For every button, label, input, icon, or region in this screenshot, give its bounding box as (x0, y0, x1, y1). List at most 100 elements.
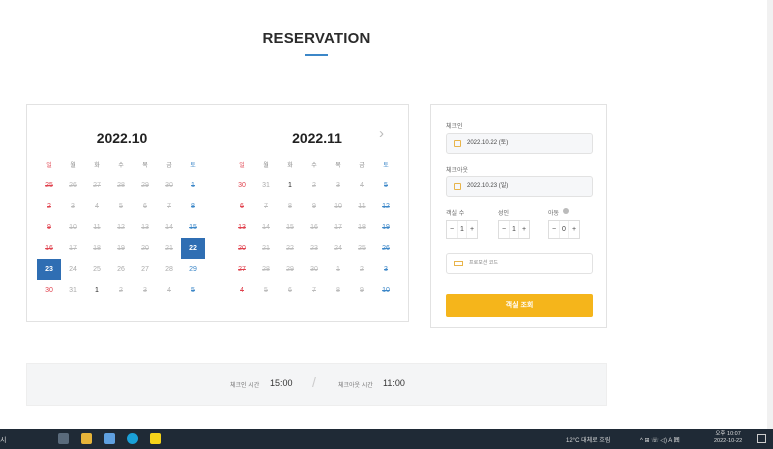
calendar-day: 18 (358, 224, 366, 231)
calendar-week: 23 24 25 26 27 28 29 (37, 259, 207, 280)
calendar-day: 13 (238, 224, 246, 231)
app-icon[interactable] (104, 433, 115, 444)
calendar-day: 8 (336, 287, 340, 294)
calendar-day[interactable]: 25 (85, 259, 109, 280)
rooms-minus-button[interactable]: − (447, 221, 457, 238)
children-stepper: − 0 + (548, 220, 580, 239)
clock-date: 2022-10-22 (714, 438, 743, 444)
booking-panel: 체크인 2022.10.22 (토) 체크아웃 2022.10.23 (일) 객… (430, 104, 607, 328)
notification-icon[interactable] (757, 434, 766, 443)
taskbar-search-hint[interactable]: 시 (0, 435, 6, 445)
calendar-day: 21 (262, 245, 270, 252)
calendar-day[interactable]: 24 (61, 259, 85, 280)
calendar-day[interactable]: 31 (254, 175, 278, 196)
calendar-day: 18 (93, 245, 101, 252)
weekday-label: 수 (311, 163, 317, 169)
info-icon[interactable] (563, 208, 569, 214)
adults-minus-button[interactable]: − (499, 221, 509, 238)
calendar-day[interactable]: 31 (61, 280, 85, 301)
adults-plus-button[interactable]: + (519, 221, 529, 238)
calendar-day: 28 (117, 182, 125, 189)
weekday-header: 일월화수목금토 (37, 157, 207, 175)
children-minus-button[interactable]: − (549, 221, 559, 238)
next-month-chevron-icon[interactable]: › (379, 125, 384, 142)
calendar-day[interactable]: 30 (230, 175, 254, 196)
calendar-day: 10 (382, 287, 390, 294)
calendar-day: 23 (310, 245, 318, 252)
page-scrollbar[interactable] (767, 0, 773, 430)
checkin-label: 체크인 (446, 124, 463, 130)
calendar-day: 6 (288, 287, 292, 294)
calendar-day: 19 (117, 245, 125, 252)
weather-status[interactable]: 12°C 대체로 흐림 (566, 435, 610, 444)
ticket-icon (454, 261, 463, 266)
weekday-label: 금 (166, 163, 172, 169)
calendar-day: 4 (360, 182, 364, 189)
weekday-label: 화 (287, 163, 293, 169)
calendar-day: 17 (69, 245, 77, 252)
calendar-day: 10 (334, 203, 342, 210)
children-label: 아동 (548, 211, 560, 217)
calendar-day: 7 (167, 203, 171, 210)
title-underline (305, 54, 328, 56)
calendar-day[interactable]: 22 (181, 238, 205, 259)
time-info-bar: 체크인 시간 15:00 / 체크아웃 시간 11:00 (26, 363, 607, 406)
children-plus-button[interactable]: + (569, 221, 579, 238)
promo-code-input[interactable]: 프로모션 코드 (446, 253, 593, 274)
calendar-day: 29 (286, 266, 294, 273)
calendar-icon (454, 140, 461, 147)
calendar-day[interactable]: 29 (181, 259, 205, 280)
kakaotalk-icon[interactable] (150, 433, 161, 444)
calendar-day: 5 (119, 203, 123, 210)
weekday-header: 일월화수목금토 (230, 157, 400, 175)
checkin-time: 15:00 (270, 378, 293, 388)
system-tray[interactable]: ^ ⊞ ☏ ◁) A 囲 (640, 435, 680, 444)
calendar-day[interactable]: 27 (133, 259, 157, 280)
calendar-day: 29 (141, 182, 149, 189)
calendar-day: 3 (336, 182, 340, 189)
calendar-week: 13 14 15 16 17 18 19 (230, 217, 400, 238)
calendar-day[interactable]: 1 (85, 280, 109, 301)
calendar-day: 2 (47, 203, 51, 210)
calendar-day: 6 (143, 203, 147, 210)
file-explorer-icon[interactable] (81, 433, 92, 444)
calendar-day[interactable]: 28 (157, 259, 181, 280)
calendar-day: 4 (95, 203, 99, 210)
calendar-day: 6 (240, 203, 244, 210)
calendar-day: 28 (262, 266, 270, 273)
children-value: 0 (559, 221, 569, 238)
checkin-field[interactable]: 2022.10.22 (토) (446, 133, 593, 154)
calendar-day[interactable]: 23 (37, 259, 61, 280)
calendar-day: 7 (264, 203, 268, 210)
weekday-label: 토 (190, 163, 196, 169)
calendar-day[interactable]: 1 (278, 175, 302, 196)
calendar-day[interactable]: 26 (109, 259, 133, 280)
edge-browser-icon[interactable] (127, 433, 138, 444)
calendar-day: 3 (143, 287, 147, 294)
calendar-week: 16 17 18 19 20 21 22 (37, 238, 207, 259)
checkout-label: 체크아웃 (446, 168, 469, 174)
calendar-day: 5 (264, 287, 268, 294)
calendar-day: 20 (238, 245, 246, 252)
calendar-day: 12 (117, 224, 125, 231)
calendar-day: 5 (191, 287, 195, 294)
checkout-value: 2022.10.23 (일) (467, 183, 509, 189)
calendar-day: 16 (310, 224, 318, 231)
rooms-plus-button[interactable]: + (467, 221, 477, 238)
checkin-value: 2022.10.22 (토) (467, 140, 509, 146)
weekday-label: 일 (239, 163, 245, 169)
divider: / (312, 374, 316, 390)
calendar-day: 13 (141, 224, 149, 231)
calendar-panel: 2022.10 2022.11 › 일 월 화 수 목 금 토 25 26 27 28 29 30 1 2 3… (26, 104, 409, 322)
calendar-day: 27 (238, 266, 246, 273)
calendar-grid-oct: 일 월 화 수 목 금 토 25 26 27 28 29 30 1 2 3 4 5 6 7 8 9 10 11 12 13 14 15… (37, 157, 207, 301)
weekday-label: 토 (383, 163, 389, 169)
task-view-icon[interactable] (58, 433, 69, 444)
calendar-day[interactable]: 30 (37, 280, 61, 301)
clock[interactable]: 오후 10:07 2022-10-22 (714, 431, 742, 445)
checkout-field[interactable]: 2022.10.23 (일) (446, 176, 593, 197)
calendar-day: 2 (360, 266, 364, 273)
calendar-day: 8 (191, 203, 195, 210)
search-rooms-button[interactable]: 객실 조회 (446, 294, 593, 317)
weekday-label: 목 (335, 163, 341, 169)
